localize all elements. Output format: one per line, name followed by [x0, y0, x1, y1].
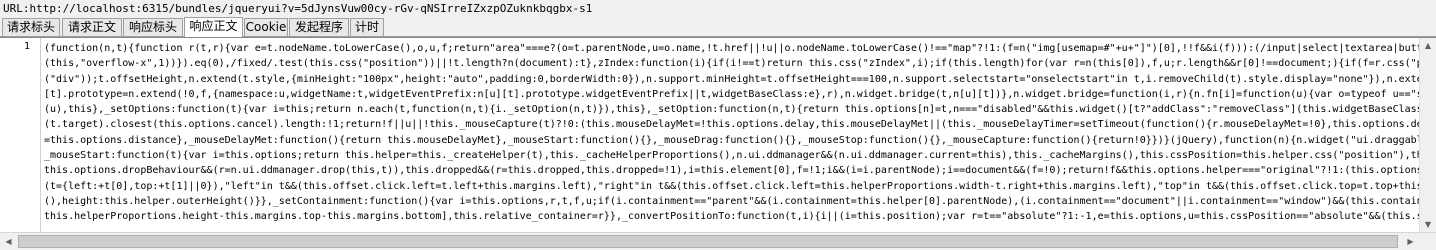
- response-body-editor[interactable]: 1 (function(n,t){function r(t,r){var e=t…: [0, 37, 1436, 232]
- code-line: (u),this},_setOptions:function(t){var i=…: [44, 104, 1420, 116]
- url-bar: URL:http://localhost:6315/bundles/jquery…: [0, 0, 1436, 17]
- tab-request-headers[interactable]: 请求标头: [2, 18, 60, 36]
- line-number-gutter: 1: [0, 38, 41, 232]
- horizontal-scroll-thumb[interactable]: [18, 235, 1398, 248]
- code-line: (function(n,t){function r(t,r){var e=t.n…: [44, 43, 1420, 54]
- code-line: =this.options.distance},_mouseDelayMet:f…: [44, 134, 1420, 146]
- tab-timing[interactable]: 计时: [350, 18, 384, 36]
- code-line: _mouseStart:function(t){var i=this.optio…: [44, 150, 1420, 162]
- tab-response-headers[interactable]: 响应标头: [123, 18, 183, 36]
- tab-request-body[interactable]: 请求正文: [62, 18, 122, 36]
- line-number: 1: [23, 41, 30, 52]
- code-line: ("div"));t.offsetHeight,n.extend(t.style…: [44, 73, 1420, 85]
- tab-initiator[interactable]: 发起程序: [289, 18, 349, 36]
- tab-cookie[interactable]: Cookie: [244, 18, 288, 36]
- scroll-right-arrow-icon[interactable]: ▶: [1402, 233, 1419, 250]
- code-line: (t={left:+t[0],top:+t[1]||0}),"left"in t…: [44, 180, 1420, 192]
- tab-response-body[interactable]: 响应正文: [184, 17, 243, 37]
- code-content[interactable]: (function(n,t){function r(t,r){var e=t.n…: [44, 41, 1420, 231]
- vertical-scrollbar[interactable]: ▲ ▼: [1419, 38, 1436, 232]
- horizontal-scrollbar[interactable]: ◀ ▶: [0, 232, 1436, 250]
- scroll-up-arrow-icon[interactable]: ▲: [1420, 38, 1436, 54]
- code-line: (t.target).closest(this.options.cancel).…: [44, 119, 1420, 131]
- tab-bar: 请求标头 请求正文 响应标头 响应正文 Cookie 发起程序 计时: [0, 17, 1436, 37]
- code-line: (),height:this.helper.outerHeight()}},_s…: [44, 195, 1420, 207]
- scroll-down-arrow-icon[interactable]: ▼: [1420, 217, 1436, 232]
- code-line: this.options.dropBehaviour&&(r=n.ui.ddma…: [44, 165, 1420, 177]
- code-line: this.helperProportions.height-this.margi…: [44, 211, 1420, 223]
- code-line: [t].prototype=n.extend(!0,f,{namespace:u…: [44, 88, 1420, 100]
- scrollbar-corner: [1419, 233, 1436, 250]
- code-line: (this,"overflow-x",1))}).eq(0),/fixed/.t…: [44, 58, 1420, 70]
- scroll-left-arrow-icon[interactable]: ◀: [0, 233, 17, 250]
